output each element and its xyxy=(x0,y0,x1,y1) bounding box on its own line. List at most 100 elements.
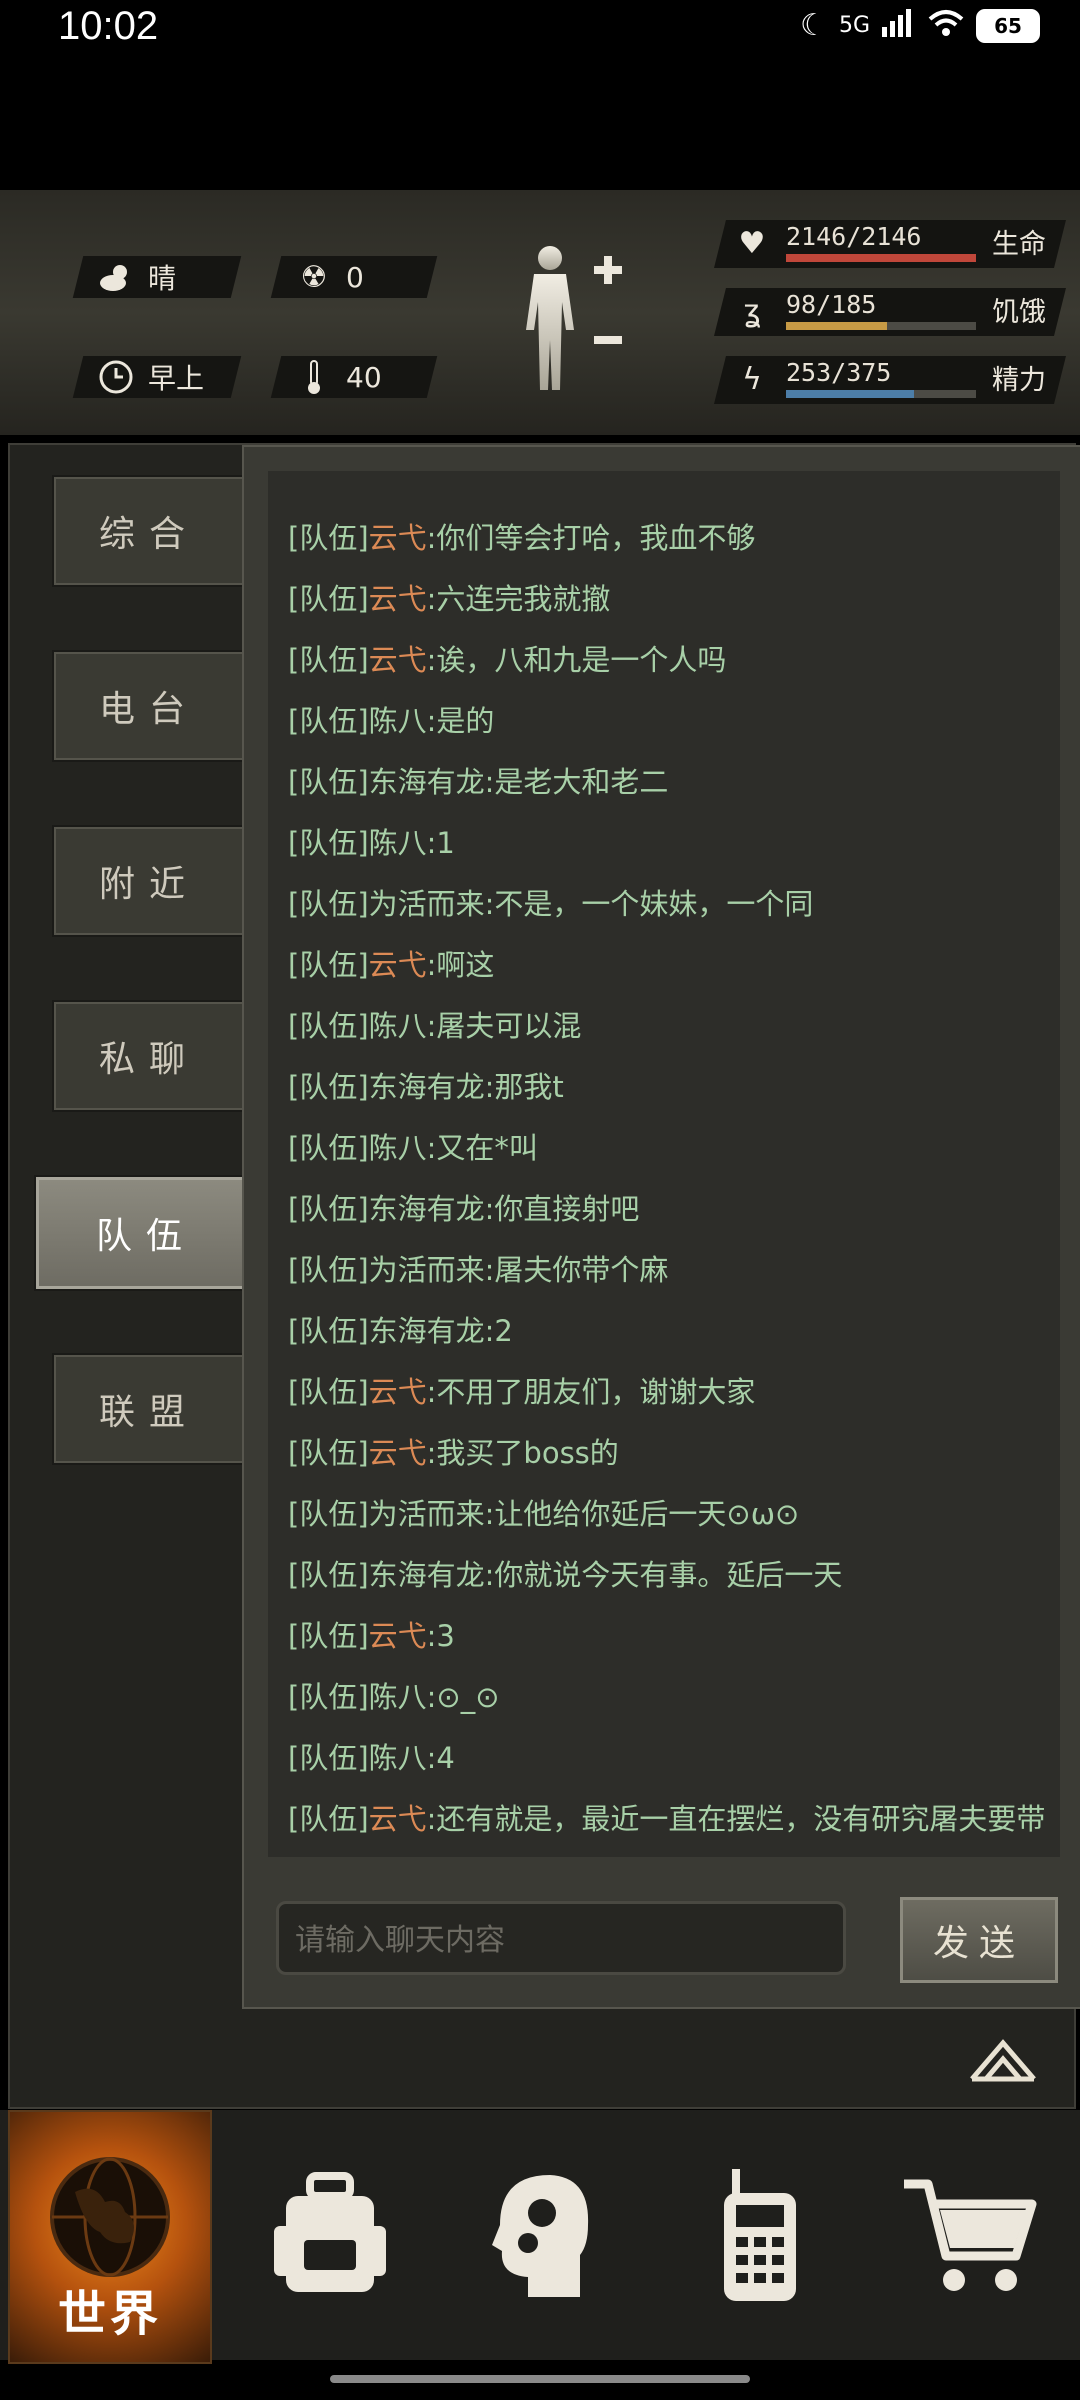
chat-message: [队伍]云弋:3 xyxy=(288,1613,455,1655)
chat-message-list[interactable]: [队伍]云弋:你们等会打哈，我血不够 [队伍]云弋:六连完我就撤 [队伍]云弋:诶，… xyxy=(268,471,1060,1857)
nav-backpack-button[interactable] xyxy=(230,2110,430,2360)
sender-name[interactable]: 陈八 xyxy=(369,1009,427,1043)
channel-tag: [队伍] xyxy=(288,521,369,555)
walkie-talkie-icon xyxy=(724,2169,796,2301)
tab-general[interactable]: 综合 xyxy=(52,475,246,587)
chat-message: [队伍]云弋:不用了朋友们，谢谢大家 xyxy=(288,1369,755,1411)
tab-radio[interactable]: 电台 xyxy=(52,650,246,762)
channel-tag: [队伍] xyxy=(288,948,369,982)
nav-shop-button[interactable] xyxy=(870,2110,1070,2360)
chat-input[interactable]: 请输入聊天内容 xyxy=(276,1901,846,1975)
nav-radio-button[interactable] xyxy=(660,2110,860,2360)
chat-message: [队伍]云弋:诶，八和九是一个人吗 xyxy=(288,637,726,679)
sender-name[interactable]: 东海有龙 xyxy=(369,1558,485,1592)
chat-message: [队伍]云弋:你们等会打哈，我血不够 xyxy=(288,515,755,557)
weather-pill: 晴 xyxy=(72,256,242,298)
sender-name[interactable]: 东海有龙 xyxy=(369,1314,485,1348)
message-text: :让他给你延后一天⊙ω⊙ xyxy=(484,1497,800,1531)
nav-world-button[interactable]: 世界 xyxy=(8,2110,212,2364)
energy-stat: ϟ 253/375 精力 xyxy=(714,356,1066,404)
collapse-up-icon[interactable] xyxy=(968,2037,1038,2083)
sender-name[interactable]: 云弋 xyxy=(369,1802,427,1836)
channel-tag: [队伍] xyxy=(288,704,369,738)
chat-message: [队伍]云弋:我买了boss的 xyxy=(288,1430,619,1472)
sender-name[interactable]: 为活而来 xyxy=(369,1253,485,1287)
heart-pulse-icon: ♥ xyxy=(738,226,766,261)
message-text: :⊙_⊙ xyxy=(426,1680,500,1714)
channel-tag: [队伍] xyxy=(288,1680,369,1714)
time-of-day-pill: 早上 xyxy=(72,356,242,398)
channel-tag: [队伍] xyxy=(288,1375,369,1409)
chat-message: [队伍]陈八:1 xyxy=(288,820,455,862)
channel-tag: [队伍] xyxy=(288,1802,369,1836)
sender-name[interactable]: 东海有龙 xyxy=(369,1192,485,1226)
sender-name[interactable]: 云弋 xyxy=(369,1375,427,1409)
character-avatar-button[interactable] xyxy=(520,240,630,400)
clock-icon xyxy=(98,359,134,395)
message-text: :不用了朋友们，谢谢大家 xyxy=(426,1375,756,1409)
sender-name[interactable]: 云弋 xyxy=(369,1619,427,1653)
message-text: :我买了boss的 xyxy=(426,1436,619,1470)
sender-name[interactable]: 为活而来 xyxy=(369,1497,485,1531)
chat-message: [队伍]为活而来:不是，一个妹妹，一个同 xyxy=(288,881,813,923)
status-header: 晴 ☢ 0 早上 40 ♥ 2146/2146 生命 ʓ 98/185 饥饿 ϟ… xyxy=(0,190,1080,435)
sender-name[interactable]: 陈八 xyxy=(369,1131,427,1165)
sender-name[interactable]: 云弋 xyxy=(369,1436,427,1470)
sender-name[interactable]: 云弋 xyxy=(369,582,427,616)
wifi-icon xyxy=(928,9,964,43)
message-text: :你直接射吧 xyxy=(484,1192,640,1226)
chat-message: [队伍]陈八:⊙_⊙ xyxy=(288,1674,500,1716)
message-text: :那我t xyxy=(484,1070,564,1104)
chat-message: [队伍]陈八:又在*叫 xyxy=(288,1125,538,1167)
message-text: :屠夫你带个麻 xyxy=(484,1253,669,1287)
shopping-cart-icon xyxy=(904,2179,1037,2291)
tab-nearby[interactable]: 附近 xyxy=(52,825,246,937)
nav-world-label: 世界 xyxy=(57,2286,162,2342)
chat-message: [队伍]云弋:还有就是，最近一直在摆烂，没有研究屠夫要带 xyxy=(288,1796,1045,1838)
sender-name[interactable]: 陈八 xyxy=(369,704,427,738)
energy-bar-fill xyxy=(786,390,915,398)
channel-tag: [队伍] xyxy=(288,1131,369,1165)
channel-tag: [队伍] xyxy=(288,1253,369,1287)
hunger-bar-fill xyxy=(786,322,887,330)
nav-skills-button[interactable] xyxy=(440,2110,640,2360)
tab-private[interactable]: 私聊 xyxy=(52,1000,246,1112)
sender-name[interactable]: 陈八 xyxy=(369,1680,427,1714)
signal-icon xyxy=(882,8,916,43)
energy-value: 253/375 xyxy=(786,358,892,387)
health-bar xyxy=(786,254,976,262)
sender-name[interactable]: 云弋 xyxy=(369,948,427,982)
message-text: :啊这 xyxy=(426,948,495,982)
chat-message: [队伍]陈八:屠夫可以混 xyxy=(288,1003,581,1045)
chat-message: [队伍]东海有龙:那我t xyxy=(288,1064,564,1106)
tab-alliance[interactable]: 联盟 xyxy=(52,1353,246,1465)
head-gears-icon xyxy=(492,2175,589,2297)
tab-team[interactable]: 队伍 xyxy=(34,1175,258,1291)
thermometer-icon xyxy=(296,359,332,395)
sender-name[interactable]: 东海有龙 xyxy=(369,1070,485,1104)
sender-name[interactable]: 陈八 xyxy=(369,1741,427,1775)
tab-label: 电台 xyxy=(98,689,199,730)
bottom-nav: 世界 xyxy=(0,2110,1080,2364)
tab-label: 联盟 xyxy=(98,1392,199,1433)
sender-name[interactable]: 陈八 xyxy=(369,826,427,860)
moon-icon: ☾ xyxy=(800,8,827,43)
sender-name[interactable]: 云弋 xyxy=(369,521,427,555)
health-value: 2146/2146 xyxy=(786,222,922,251)
sender-name[interactable]: 东海有龙 xyxy=(369,765,485,799)
sender-name[interactable]: 云弋 xyxy=(369,643,427,677)
home-indicator xyxy=(330,2375,750,2383)
channel-tag: [队伍] xyxy=(288,1009,369,1043)
channel-tag: [队伍] xyxy=(288,765,369,799)
hunger-bar xyxy=(786,322,976,330)
channel-tag: [队伍] xyxy=(288,1619,369,1653)
message-text: :又在*叫 xyxy=(426,1131,538,1165)
radiation-value: 0 xyxy=(346,260,364,294)
send-button[interactable]: 发送 xyxy=(900,1897,1058,1983)
sender-name[interactable]: 为活而来 xyxy=(369,887,485,921)
message-text: :诶，八和九是一个人吗 xyxy=(426,643,727,677)
chat-message: [队伍]陈八:是的 xyxy=(288,698,494,740)
chat-container: [队伍]云弋:你们等会打哈，我血不够 [队伍]云弋:六连完我就撤 [队伍]云弋:诶，… xyxy=(242,445,1080,2009)
energy-bar xyxy=(786,390,976,398)
globe-icon xyxy=(50,2157,170,2277)
